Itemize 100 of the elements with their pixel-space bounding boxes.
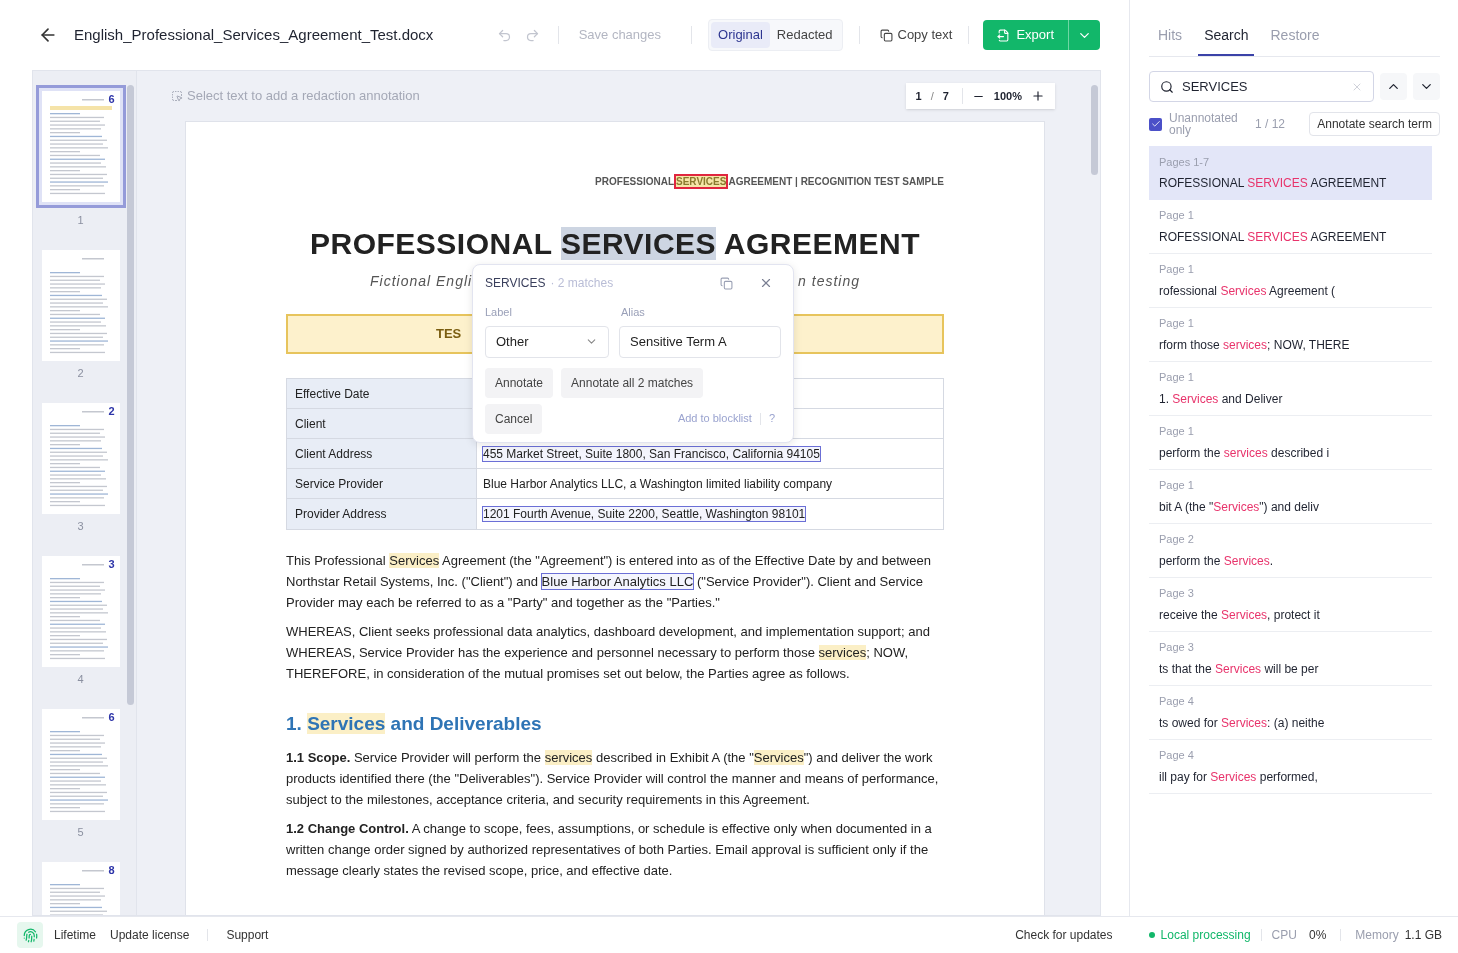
hit-count: 6 (108, 710, 115, 724)
search-result[interactable]: Page 4 ts owed for Services: (a) neithe (1149, 686, 1432, 740)
check-updates-link[interactable]: Check for updates (1015, 926, 1113, 944)
alias-field[interactable]: Sensitive Term A (619, 325, 781, 358)
body-paragraph: 1.2 Change Control. A change to scope, fees, assumptions, or schedule is effective only when documented in a written change order signed by authorized representatives of both Parties. Email approval is sufficient only if the message clearly states the revised scope, price, and effective date. (286, 819, 933, 880)
search-result[interactable]: Pages 1-7 ROFESSIONAL SERVICES AGREEMENT (1149, 146, 1432, 200)
search-result[interactable]: Page 1 rofessional Services Agreement ( (1149, 254, 1432, 308)
hit-count: 3 (108, 557, 115, 571)
page-thumbnail[interactable]: 3 (41, 556, 120, 667)
result-page: Page 1 (1159, 424, 1194, 440)
check-icon (1150, 119, 1161, 129)
previous-match-button[interactable] (1380, 73, 1407, 100)
body-paragraph: 1.1 Scope. Service Provider will perform the services described in Exhibit A (the "Services") and deliver the work products identified there (the "Deliverables"). Service Provider will control the manner and means of performance, subject to the milestones, acceptance criteria, and security requirements in this Agreement. (286, 748, 940, 809)
undo-icon[interactable] (496, 27, 512, 43)
copy-icon[interactable] (720, 276, 733, 290)
result-snippet: perform the Services. (1159, 552, 1274, 570)
fingerprint-icon (17, 922, 43, 948)
annotate-search-term-button[interactable]: Annotate search term (1309, 112, 1440, 136)
search-field[interactable]: SERVICES (1149, 71, 1374, 102)
cancel-button[interactable]: Cancel (485, 403, 543, 434)
document-title: PROFESSIONAL SERVICES AGREEMENT (308, 229, 922, 259)
search-result[interactable]: Page 1 rform those services; NOW, THERE (1149, 308, 1432, 362)
sidebar-tab[interactable]: Search (1198, 25, 1255, 56)
body-paragraph: WHEREAS, Client seeks professional data analytics, dashboard development, and implementation support; and WHEREAS, Service Provider has the experience and personnel necessary to perform those services; NOW, THEREFORE, in consideration of the mutual promises set out below, the Parties agree as follows. (286, 623, 931, 683)
annotate-button[interactable]: Annotate (485, 367, 554, 398)
search-result[interactable]: Page 1 1. Services and Deliver (1149, 362, 1432, 416)
page-thumbnail[interactable]: 6 (41, 709, 120, 820)
page-number: 5 (77, 825, 84, 839)
result-page: Page 1 (1159, 316, 1194, 332)
result-snippet: perform the services described i (1159, 444, 1330, 462)
page-thumbnail[interactable] (41, 250, 120, 361)
label-select[interactable]: Other (485, 325, 609, 358)
search-result[interactable]: Page 3 ts that the Services will be per (1149, 632, 1432, 686)
unannotated-checkbox[interactable] (1149, 117, 1162, 131)
result-snippet: ts that the Services will be per (1159, 660, 1319, 678)
match-counter: 1 / 12 (1255, 116, 1286, 133)
export-icon (997, 28, 1011, 42)
body-paragraph: This Professional Services Agreement (the "Agreement") is entered into as of the Effective Date by and between Northstar Retail Systems, Inc. ("Client") and Blue Harbor Analytics LLC ("Service Provider"). Client and Service Provider may each be referred to as a "Party" and together as the "Parties." (286, 552, 932, 612)
popup-term: SERVICES (485, 275, 546, 292)
result-page: Page 2 (1159, 532, 1194, 548)
footer-link[interactable]: Lifetime (54, 926, 97, 944)
page-thumbnail[interactable]: 8 (41, 862, 120, 915)
current-page[interactable]: 1 (915, 87, 922, 105)
page-number: 2 (77, 366, 84, 380)
result-page: Page 1 (1159, 478, 1194, 494)
hit-count: 2 (108, 404, 115, 418)
close-icon[interactable] (759, 276, 773, 290)
hit-count: 6 (108, 92, 115, 106)
search-result[interactable]: Page 1 bit A (the "Services") and deliv (1149, 470, 1432, 524)
page-separator: / (930, 88, 934, 104)
annotate-all-button[interactable]: Annotate all 2 matches (561, 367, 704, 398)
result-page: Page 1 (1159, 370, 1194, 386)
total-pages: 7 (942, 88, 949, 104)
result-snippet: rofessional Services Agreement ( (1159, 282, 1336, 300)
result-snippet: receive the Services, protect it (1159, 606, 1320, 624)
result-snippet: rform those services; NOW, THERE (1159, 336, 1350, 354)
footer-link[interactable]: Update license (110, 926, 190, 944)
search-result[interactable]: Page 4 ill pay for Services performed, (1149, 740, 1432, 794)
result-snippet: bit A (the "Services") and deliv (1159, 498, 1319, 516)
result-snippet: ROFESSIONAL SERVICES AGREEMENT (1159, 228, 1387, 246)
document-subtitle: Fictional Engli (370, 272, 473, 291)
result-page: Page 1 (1159, 262, 1194, 278)
footer-link[interactable]: Support (226, 926, 269, 944)
page-number: 3 (77, 519, 84, 533)
copy-icon (879, 28, 893, 42)
hit-count: 8 (108, 863, 115, 877)
table-cell-text: Blue Harbor Analytics LLC, a Washington limited liability company (483, 475, 833, 493)
result-page: Pages 1-7 (1159, 154, 1210, 170)
result-page: Page 3 (1159, 586, 1194, 602)
checkbox-label: Unannotated only (1169, 112, 1239, 136)
section-heading: 1. Services and Deliverables (286, 712, 543, 736)
next-match-button[interactable] (1413, 73, 1440, 100)
view-tab[interactable]: Redacted (769, 22, 840, 48)
search-result[interactable]: Page 2 perform the Services. (1149, 524, 1432, 578)
cpu-value: 0% (1308, 927, 1327, 944)
result-page: Page 3 (1159, 640, 1194, 656)
hint-text: Select text to add a redaction annotation (171, 86, 420, 106)
export-menu-button[interactable] (1068, 20, 1100, 50)
zoom-level: 100% (993, 88, 1022, 104)
memory-label: Memory (1355, 927, 1399, 944)
result-page: Page 1 (1159, 208, 1194, 224)
table-cell: Service Provider (287, 469, 477, 498)
search-result[interactable]: Page 1 ROFESSIONAL SERVICES AGREEMENT (1149, 200, 1432, 254)
page-thumbnail[interactable]: 6 (35, 85, 126, 208)
search-result[interactable]: Page 3 receive the Services, protect it (1149, 578, 1432, 632)
page-number: 4 (77, 672, 84, 686)
selection-icon (171, 90, 183, 102)
copy-text-button[interactable]: Copy text (879, 25, 953, 45)
redo-icon[interactable] (524, 27, 540, 43)
table-cell: Provider Address (287, 499, 477, 529)
view-tab[interactable]: Original (711, 22, 770, 48)
page-thumbnail[interactable]: 2 (41, 403, 120, 514)
result-snippet: ill pay for Services performed, (1159, 768, 1318, 786)
result-snippet: 1. Services and Deliver (1159, 390, 1283, 408)
zoom-in-icon[interactable] (1031, 89, 1045, 103)
running-header: PROFESSIONAL SERVICES AGREEMENT | RECOGNITION TEST SAMPLE (594, 175, 944, 189)
search-result[interactable]: Page 1 perform the services described i (1149, 416, 1432, 470)
result-page: Page 4 (1159, 748, 1194, 764)
page-number: 1 (77, 213, 84, 227)
cpu-label: CPU (1271, 927, 1297, 944)
